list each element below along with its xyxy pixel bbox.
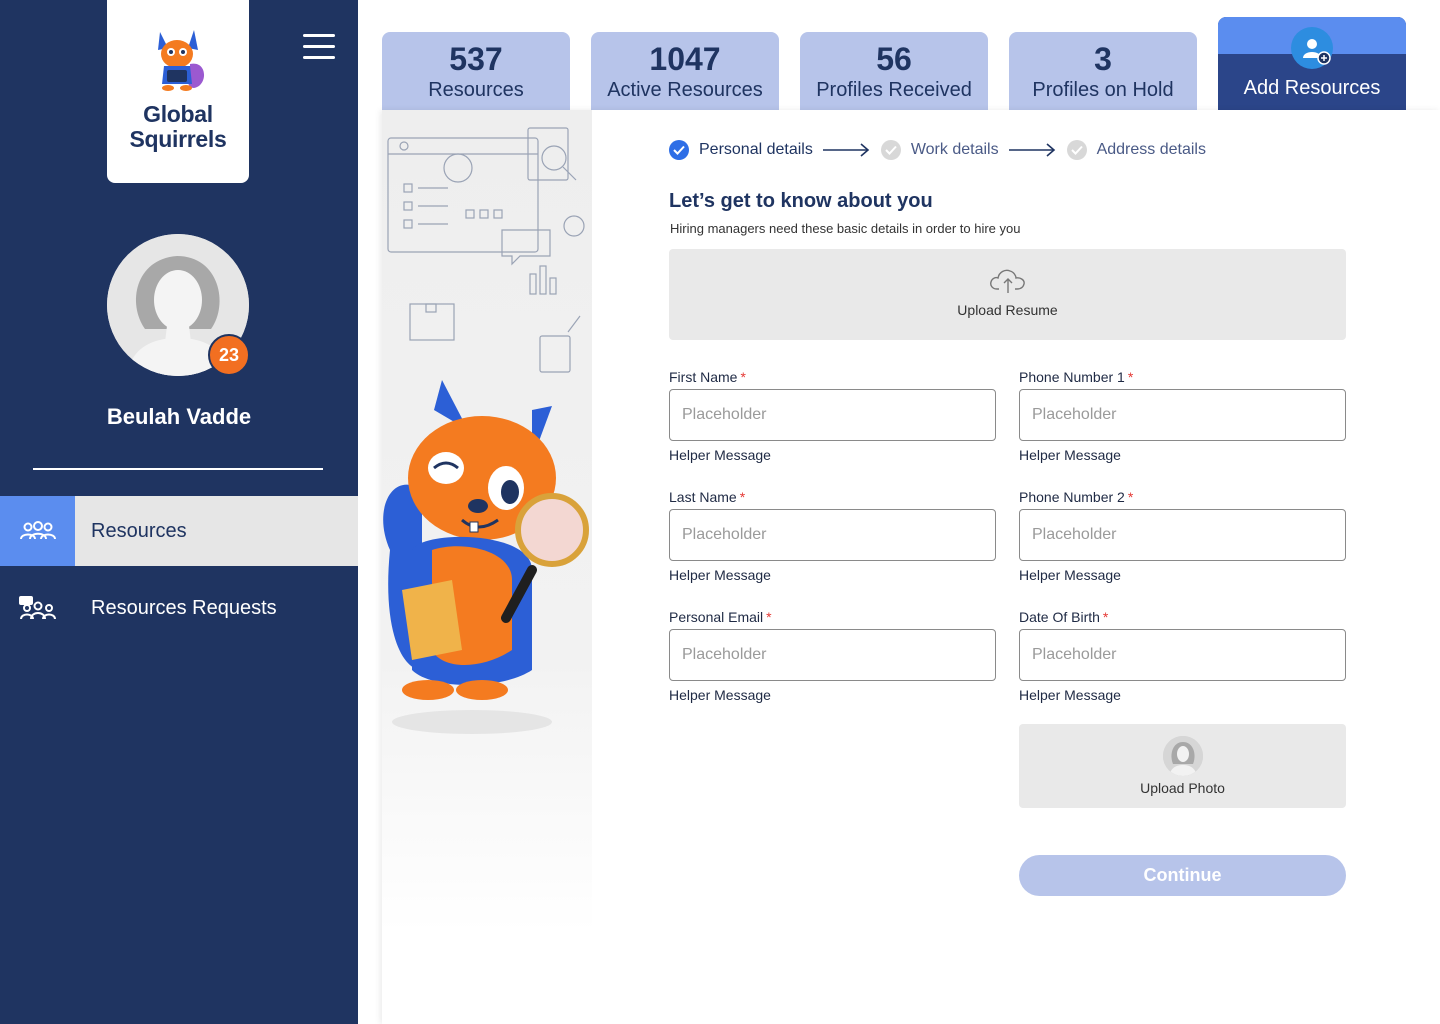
form-heading: Let’s get to know about you xyxy=(669,190,933,212)
last-name-input[interactable] xyxy=(669,509,996,561)
stat-label: Profiles on Hold xyxy=(1032,79,1174,101)
arrow-right-icon xyxy=(1008,143,1055,157)
upload-resume-label: Upload Resume xyxy=(957,302,1058,318)
check-circle-icon xyxy=(669,140,689,160)
step-label: Personal details xyxy=(699,141,813,158)
sidebar-divider xyxy=(33,468,323,470)
brand-name-line1: Global xyxy=(143,101,213,127)
sidebar-item-resources-requests[interactable]: Resources Requests xyxy=(0,573,358,643)
add-user-icon xyxy=(1291,27,1333,69)
squirrel-magnifier-illustration xyxy=(383,127,589,734)
phone-number-2-input[interactable] xyxy=(1019,509,1346,561)
sidebar: Global Squirrels 23 Beulah Vadde Resourc… xyxy=(0,0,358,1024)
illustration-panel xyxy=(382,110,592,1024)
required-mark: * xyxy=(1127,489,1134,505)
notification-badge[interactable]: 23 xyxy=(208,334,250,376)
stat-value: 537 xyxy=(449,41,503,77)
date-of-birth-field: Date Of Birth* Helper Message xyxy=(1019,609,1346,703)
hamburger-menu-icon[interactable] xyxy=(303,34,335,60)
field-label: Date Of Birth * xyxy=(1019,609,1346,627)
form-subheading: Hiring managers need these basic details… xyxy=(670,221,1021,236)
step-work-details[interactable]: Work details xyxy=(880,140,999,160)
stat-label: Profiles Received xyxy=(816,79,972,101)
helper-message: Helper Message xyxy=(669,687,771,703)
first-name-input[interactable] xyxy=(669,389,996,441)
step-personal-details[interactable]: Personal details xyxy=(669,140,813,160)
field-label: Last Name * xyxy=(669,489,996,507)
field-label: Personal Email * xyxy=(669,609,996,627)
helper-message: Helper Message xyxy=(1019,447,1121,463)
stat-value: 3 xyxy=(1094,41,1112,77)
cloud-upload-icon xyxy=(989,269,1025,293)
personal-email-field: Personal Email* Helper Message xyxy=(669,609,996,703)
field-label-text: First Name xyxy=(669,369,738,385)
stat-card-profiles-on-hold[interactable]: 3 Profiles on Hold xyxy=(1009,32,1197,110)
upload-photo-button[interactable]: Upload Photo xyxy=(1019,724,1346,808)
brand-logo[interactable]: Global Squirrels xyxy=(107,0,249,183)
stat-card-active-resources[interactable]: 1047 Active Resources xyxy=(591,32,779,110)
field-label-text: Personal Email xyxy=(669,609,764,625)
stepper: Personal details Work details Address de… xyxy=(669,140,1206,160)
field-label-text: Date Of Birth xyxy=(1019,609,1100,625)
stat-label: Resources xyxy=(428,79,524,101)
first-name-field: First Name* Helper Message xyxy=(669,369,996,463)
stat-card-resources[interactable]: 537 Resources xyxy=(382,32,570,110)
helper-message: Helper Message xyxy=(669,567,771,583)
add-resources-button[interactable]: Add Resources xyxy=(1218,17,1406,110)
continue-button[interactable]: Continue xyxy=(1019,855,1346,896)
last-name-field: Last Name* Helper Message xyxy=(669,489,996,583)
field-label: Phone Number 1 * xyxy=(1019,369,1346,387)
check-circle-icon xyxy=(1066,140,1087,160)
field-label: First Name * xyxy=(669,369,996,387)
date-of-birth-input[interactable] xyxy=(1019,629,1346,681)
field-label-text: Last Name xyxy=(669,489,737,505)
check-circle-icon xyxy=(880,140,901,160)
required-mark: * xyxy=(766,609,772,625)
step-label: Address details xyxy=(1096,141,1206,158)
user-placeholder-icon xyxy=(1162,736,1203,776)
upload-photo-label: Upload Photo xyxy=(1140,780,1225,796)
main-panel: Personal details Work details Address de… xyxy=(382,110,1440,1024)
users-request-icon xyxy=(0,573,75,643)
helper-message: Helper Message xyxy=(1019,567,1121,583)
personal-email-input[interactable] xyxy=(669,629,996,681)
stat-value: 56 xyxy=(876,41,912,77)
stat-label: Active Resources xyxy=(607,79,763,101)
arrow-right-icon xyxy=(822,143,870,157)
required-mark: * xyxy=(1127,369,1134,385)
field-label-text: Phone Number 2 xyxy=(1019,489,1125,505)
sidebar-item-label: Resources xyxy=(91,519,187,542)
required-mark: * xyxy=(739,489,746,505)
sidebar-item-label: Resources Requests xyxy=(91,596,277,619)
step-address-details[interactable]: Address details xyxy=(1066,140,1206,160)
phone-number-2-field: Phone Number 2* Helper Message xyxy=(1019,489,1346,583)
required-mark: * xyxy=(740,369,746,385)
brand-name: Global Squirrels xyxy=(129,102,226,152)
helper-message: Helper Message xyxy=(1019,687,1121,703)
brand-name-line2: Squirrels xyxy=(129,126,227,152)
field-label: Phone Number 2 * xyxy=(1019,489,1346,507)
required-mark: * xyxy=(1102,609,1109,625)
add-resources-label: Add Resources xyxy=(1243,77,1381,99)
stat-value: 1047 xyxy=(649,41,721,77)
users-group-icon xyxy=(0,496,75,566)
stat-card-profiles-received[interactable]: 56 Profiles Received xyxy=(800,32,988,110)
phone-number-1-input[interactable] xyxy=(1019,389,1346,441)
helper-message: Helper Message xyxy=(669,447,771,463)
upload-resume-button[interactable]: Upload Resume xyxy=(669,249,1346,340)
squirrel-logo-icon xyxy=(158,30,205,91)
user-name: Beulah Vadde xyxy=(106,404,252,429)
sidebar-item-resources[interactable]: Resources xyxy=(0,496,358,566)
field-label-text: Phone Number 1 xyxy=(1019,369,1125,385)
step-label: Work details xyxy=(910,141,999,158)
phone-number-1-field: Phone Number 1* Helper Message xyxy=(1019,369,1346,463)
